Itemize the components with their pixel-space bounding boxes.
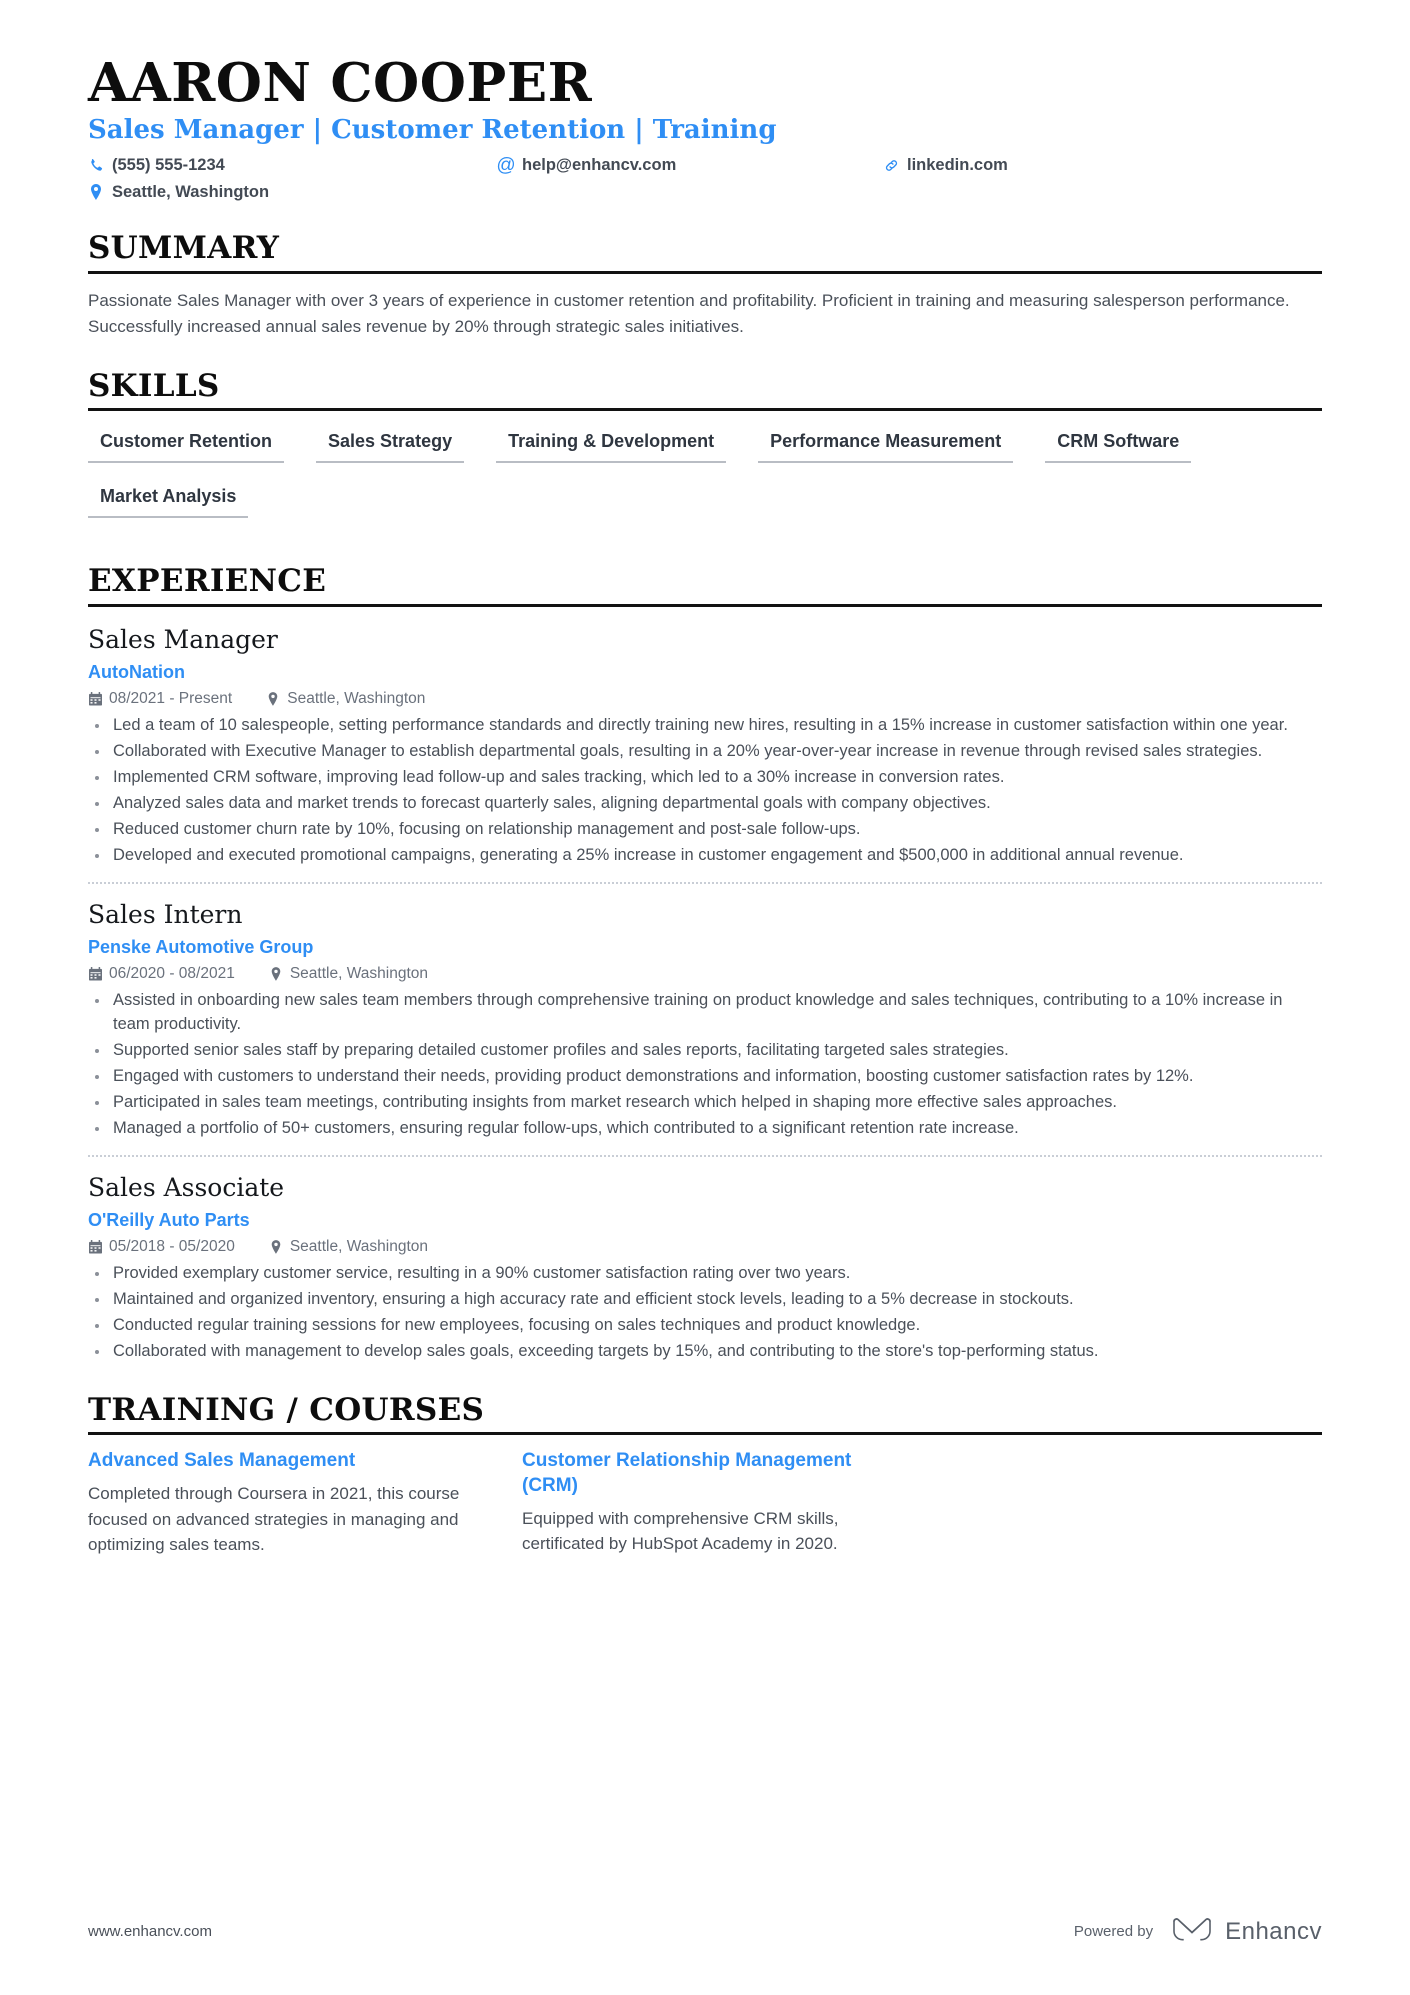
experience-entry: Sales Associate O'Reilly Auto Parts 05/2… bbox=[88, 1154, 1322, 1364]
location-icon bbox=[269, 1240, 283, 1255]
footer-url[interactable]: www.enhancv.com bbox=[88, 1923, 212, 1940]
job-bullet: Reduced customer churn rate by 10%, focu… bbox=[88, 818, 1322, 842]
section-experience: EXPERIENCE Sales Manager AutoNation 08/2… bbox=[88, 565, 1322, 1364]
job-bullet: Developed and executed promotional campa… bbox=[88, 844, 1322, 868]
job-bullet: Collaborated with management to develop … bbox=[88, 1340, 1322, 1364]
job-bullet: Engaged with customers to understand the… bbox=[88, 1065, 1322, 1089]
section-title-summary: SUMMARY bbox=[88, 230, 280, 267]
footer-brand: Powered by Enhancv bbox=[1074, 1916, 1322, 1947]
job-dates: 06/2020 - 08/2021 bbox=[109, 965, 235, 983]
location-icon bbox=[266, 692, 280, 706]
job-bullet: Conducted regular training sessions for … bbox=[88, 1314, 1322, 1338]
contact-email-text: help@enhancv.com bbox=[522, 155, 677, 174]
location-icon bbox=[269, 967, 283, 982]
section-skills: SKILLS Customer Retention Sales Strategy… bbox=[88, 367, 1322, 536]
job-bullet: Participated in sales team meetings, con… bbox=[88, 1091, 1322, 1115]
contact-location-text: Seattle, Washington bbox=[112, 182, 270, 201]
job-company[interactable]: Penske Automotive Group bbox=[88, 936, 1322, 959]
experience-entry: Sales Intern Penske Automotive Group 06/… bbox=[88, 881, 1322, 1141]
resume-page: AARON COOPER Sales Manager | Customer Re… bbox=[0, 0, 1410, 1995]
contact-location: Seattle, Washington bbox=[88, 183, 498, 203]
contact-email[interactable]: @ help@enhancv.com bbox=[496, 155, 883, 177]
section-training: TRAINING / COURSES Advanced Sales Manage… bbox=[88, 1394, 1322, 1558]
section-title-experience: EXPERIENCE bbox=[88, 563, 327, 600]
link-icon bbox=[883, 158, 899, 174]
enhancv-wordmark: Enhancv bbox=[1225, 1917, 1322, 1945]
job-bullet: Led a team of 10 salespeople, setting pe… bbox=[88, 714, 1322, 738]
courses-list: Advanced Sales Management Completed thro… bbox=[88, 1449, 1322, 1557]
section-summary: SUMMARY Passionate Sales Manager with ov… bbox=[88, 232, 1322, 339]
job-bullets: Led a team of 10 salespeople, setting pe… bbox=[88, 714, 1322, 868]
summary-text: Passionate Sales Manager with over 3 yea… bbox=[88, 290, 1290, 336]
job-dates: 05/2018 - 05/2020 bbox=[109, 1238, 235, 1256]
job-company[interactable]: AutoNation bbox=[88, 661, 1322, 684]
skill-tag: CRM Software bbox=[1045, 425, 1192, 464]
job-bullet: Analyzed sales data and market trends to… bbox=[88, 792, 1322, 816]
contact-linkedin-text: linkedin.com bbox=[907, 155, 1008, 174]
job-dates: 08/2021 - Present bbox=[109, 690, 233, 708]
course-description: Completed through Coursera in 2021, this… bbox=[88, 1484, 460, 1555]
calendar-icon bbox=[88, 692, 102, 706]
contact-info: (555) 555-1234 @ help@enhancv.com linked… bbox=[88, 156, 1068, 203]
job-company[interactable]: O'Reilly Auto Parts bbox=[88, 1209, 1322, 1232]
job-meta: 08/2021 - Present Seattle, Washington bbox=[88, 690, 1322, 708]
page-footer: www.enhancv.com Powered by Enhancv bbox=[88, 1916, 1322, 1947]
calendar-icon bbox=[88, 1240, 102, 1254]
skill-tag: Training & Development bbox=[496, 425, 727, 464]
job-meta: 06/2020 - 08/2021 Seattle, Washington bbox=[88, 965, 1322, 983]
job-location: Seattle, Washington bbox=[289, 965, 428, 983]
powered-by-label: Powered by bbox=[1073, 1923, 1154, 1940]
course-description: Equipped with comprehensive CRM skills, … bbox=[522, 1508, 839, 1554]
job-bullet: Assisted in onboarding new sales team me… bbox=[88, 989, 1322, 1037]
job-title: Sales Associate bbox=[88, 1172, 285, 1202]
email-icon: @ bbox=[496, 155, 516, 177]
job-bullet: Managed a portfolio of 50+ customers, en… bbox=[88, 1117, 1322, 1141]
job-bullet: Maintained and organized inventory, ensu… bbox=[88, 1288, 1322, 1312]
job-bullets: Provided exemplary customer service, res… bbox=[88, 1262, 1322, 1364]
experience-entry: Sales Manager AutoNation 08/2021 - Prese… bbox=[88, 621, 1322, 868]
section-title-skills: SKILLS bbox=[88, 367, 220, 404]
contact-phone-text: (555) 555-1234 bbox=[112, 155, 225, 174]
job-bullet: Supported senior sales staff by preparin… bbox=[88, 1039, 1322, 1063]
skill-tag: Sales Strategy bbox=[316, 425, 465, 464]
enhancv-logo: Enhancv bbox=[1171, 1916, 1322, 1947]
enhancv-mark-icon bbox=[1171, 1916, 1215, 1947]
contact-linkedin[interactable]: linkedin.com bbox=[883, 156, 1068, 176]
job-bullet: Implemented CRM software, improving lead… bbox=[88, 766, 1322, 790]
course-title[interactable]: Advanced Sales Management bbox=[88, 1449, 478, 1474]
course-entry: Advanced Sales Management Completed thro… bbox=[88, 1449, 478, 1557]
job-bullet: Provided exemplary customer service, res… bbox=[88, 1262, 1322, 1286]
skill-tag: Customer Retention bbox=[88, 425, 285, 464]
job-title: Sales Manager bbox=[88, 624, 278, 654]
candidate-name: AARON COOPER bbox=[88, 52, 593, 114]
phone-icon bbox=[88, 158, 104, 174]
course-entry: Customer Relationship Management (CRM) E… bbox=[522, 1449, 912, 1557]
job-title: Sales Intern bbox=[88, 899, 243, 929]
resume-header: AARON COOPER Sales Manager | Customer Re… bbox=[88, 52, 1322, 203]
job-bullets: Assisted in onboarding new sales team me… bbox=[88, 989, 1322, 1141]
job-location: Seattle, Washington bbox=[289, 1238, 428, 1256]
course-title[interactable]: Customer Relationship Management (CRM) bbox=[522, 1449, 912, 1498]
job-location: Seattle, Washington bbox=[287, 690, 426, 708]
contact-phone[interactable]: (555) 555-1234 bbox=[88, 156, 498, 176]
skill-tag: Market Analysis bbox=[88, 480, 249, 519]
candidate-headline: Sales Manager | Customer Retention | Tra… bbox=[88, 115, 777, 146]
calendar-icon bbox=[88, 967, 102, 981]
skills-list: Customer Retention Sales Strategy Traini… bbox=[88, 425, 1322, 535]
section-title-training: TRAINING / COURSES bbox=[88, 1391, 485, 1428]
job-meta: 05/2018 - 05/2020 Seattle, Washington bbox=[88, 1238, 1322, 1256]
location-icon bbox=[88, 184, 104, 201]
job-bullet: Collaborated with Executive Manager to e… bbox=[88, 740, 1322, 764]
skill-tag: Performance Measurement bbox=[758, 425, 1014, 464]
